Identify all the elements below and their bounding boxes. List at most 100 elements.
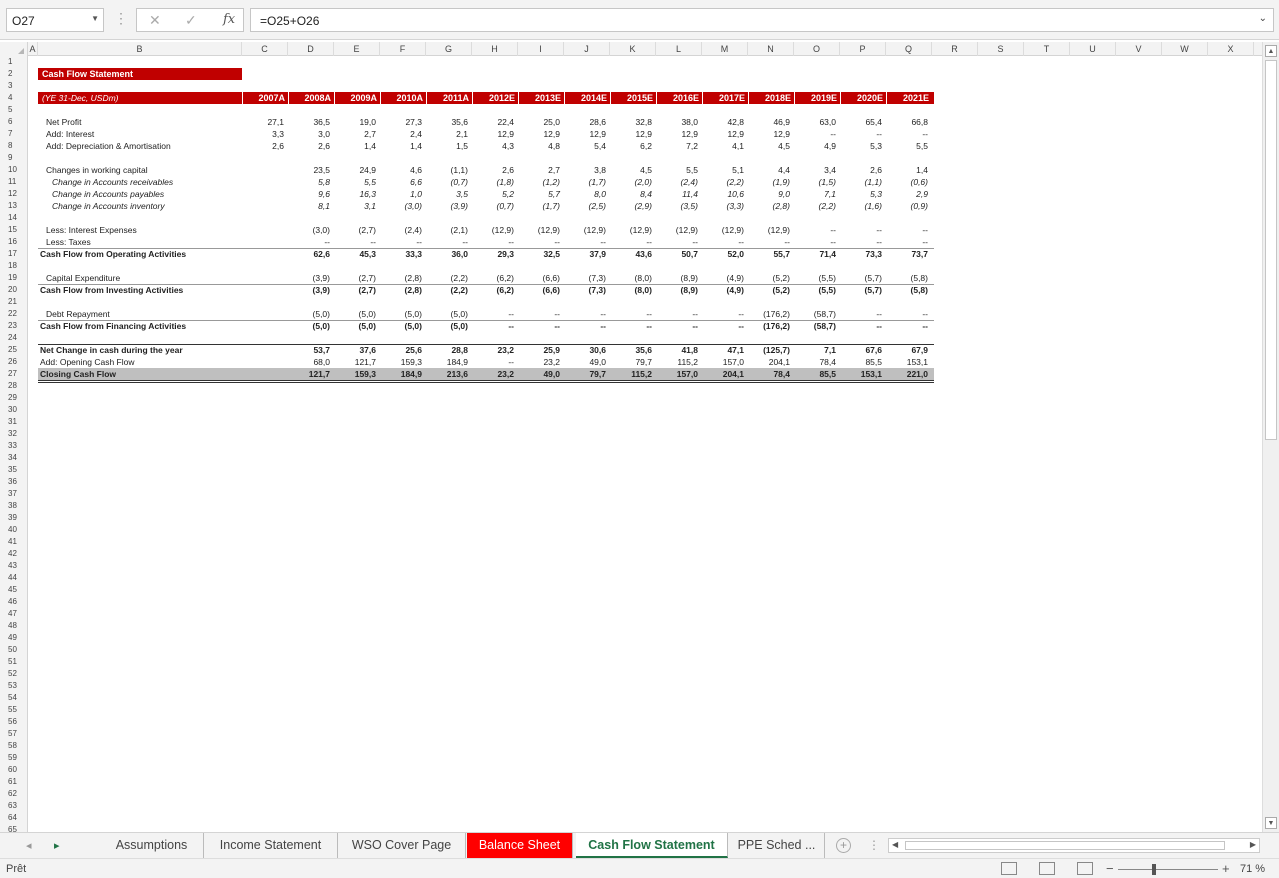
value-cell[interactable]: 28,8 xyxy=(422,344,468,356)
column-header[interactable]: E xyxy=(334,42,380,56)
value-cell[interactable]: 121,7 xyxy=(284,368,330,380)
row-header[interactable]: 53 xyxy=(0,680,28,692)
value-cell[interactable]: 159,3 xyxy=(376,356,422,368)
row-header[interactable]: 65 xyxy=(0,824,28,832)
column-header[interactable]: O xyxy=(794,42,840,56)
row-header[interactable]: 2 xyxy=(0,68,28,80)
value-cell[interactable]: 1,4 xyxy=(376,140,422,152)
row-header[interactable]: 26 xyxy=(0,356,28,368)
value-cell[interactable]: (2,7) xyxy=(330,284,376,296)
value-cell[interactable]: 22,4 xyxy=(468,116,514,128)
value-cell[interactable]: 85,5 xyxy=(790,368,836,380)
value-cell[interactable] xyxy=(238,248,284,260)
value-cell[interactable]: (2,4) xyxy=(652,176,698,188)
row-header[interactable]: 52 xyxy=(0,668,28,680)
column-header[interactable]: G xyxy=(426,42,472,56)
value-cell[interactable]: 3,3 xyxy=(238,128,284,140)
row-header[interactable]: 5 xyxy=(0,104,28,116)
column-header[interactable]: S xyxy=(978,42,1024,56)
value-cell[interactable]: 12,9 xyxy=(514,128,560,140)
value-cell[interactable]: 12,9 xyxy=(606,128,652,140)
zoom-slider-knob[interactable] xyxy=(1152,864,1156,875)
value-cell[interactable]: -- xyxy=(468,356,514,368)
value-cell[interactable]: 5,7 xyxy=(514,188,560,200)
insert-function-icon[interactable]: fx xyxy=(223,12,235,27)
value-cell[interactable]: 8,0 xyxy=(560,188,606,200)
row-header[interactable]: 21 xyxy=(0,296,28,308)
value-cell[interactable]: (2,7) xyxy=(330,224,376,236)
value-cell[interactable]: 29,3 xyxy=(468,248,514,260)
value-cell[interactable]: (5,0) xyxy=(422,320,468,332)
row-header[interactable]: 60 xyxy=(0,764,28,776)
row-header[interactable]: 54 xyxy=(0,692,28,704)
value-cell[interactable]: 121,7 xyxy=(330,356,376,368)
value-cell[interactable]: -- xyxy=(376,236,422,248)
value-cell[interactable]: (58,7) xyxy=(790,308,836,320)
value-cell[interactable]: (2,9) xyxy=(606,200,652,212)
value-cell[interactable]: (2,2) xyxy=(422,272,468,284)
value-cell[interactable] xyxy=(238,200,284,212)
name-box[interactable]: O27 ▼ xyxy=(6,8,104,32)
value-cell[interactable]: 79,7 xyxy=(560,368,606,380)
chevron-down-icon[interactable]: ▼ xyxy=(91,14,99,23)
value-cell[interactable] xyxy=(238,224,284,236)
value-cell[interactable]: 27,1 xyxy=(238,116,284,128)
value-cell[interactable] xyxy=(238,356,284,368)
row-header[interactable]: 25 xyxy=(0,344,28,356)
value-cell[interactable]: (5,8) xyxy=(882,284,928,296)
value-cell[interactable]: -- xyxy=(698,236,744,248)
value-cell[interactable]: 23,5 xyxy=(284,164,330,176)
value-cell[interactable]: 78,4 xyxy=(744,368,790,380)
value-cell[interactable]: (3,9) xyxy=(284,272,330,284)
column-header[interactable]: F xyxy=(380,42,426,56)
value-cell[interactable]: -- xyxy=(882,236,928,248)
value-cell[interactable]: 4,5 xyxy=(606,164,652,176)
prev-sheet-icon[interactable]: ◂ xyxy=(26,839,32,852)
value-cell[interactable]: (8,9) xyxy=(652,272,698,284)
value-cell[interactable]: -- xyxy=(560,236,606,248)
value-cell[interactable]: 53,7 xyxy=(284,344,330,356)
value-cell[interactable]: -- xyxy=(284,236,330,248)
value-cell[interactable]: 25,0 xyxy=(514,116,560,128)
row-header[interactable]: 49 xyxy=(0,632,28,644)
value-cell[interactable]: -- xyxy=(422,236,468,248)
value-cell[interactable]: -- xyxy=(652,236,698,248)
value-cell[interactable]: 6,2 xyxy=(606,140,652,152)
row-header[interactable]: 16 xyxy=(0,236,28,248)
scroll-down-icon[interactable]: ▼ xyxy=(1265,817,1277,829)
value-cell[interactable]: 67,9 xyxy=(882,344,928,356)
value-cell[interactable]: (3,0) xyxy=(376,200,422,212)
value-cell[interactable]: 4,1 xyxy=(698,140,744,152)
value-cell[interactable]: (5,5) xyxy=(790,284,836,296)
sheet-content[interactable]: Cash Flow Statement (YE 31-Dec, USDm) 20… xyxy=(28,56,1262,832)
value-cell[interactable]: (176,2) xyxy=(744,308,790,320)
value-cell[interactable]: 1,4 xyxy=(882,164,928,176)
value-cell[interactable]: (2,2) xyxy=(698,176,744,188)
column-header[interactable]: K xyxy=(610,42,656,56)
zoom-level[interactable]: 71 % xyxy=(1240,863,1265,875)
row-header[interactable]: 64 xyxy=(0,812,28,824)
year-header[interactable]: 2013E xyxy=(518,92,564,104)
value-cell[interactable]: 66,8 xyxy=(882,116,928,128)
value-cell[interactable]: (1,9) xyxy=(744,176,790,188)
value-cell[interactable]: -- xyxy=(790,224,836,236)
value-cell[interactable]: 10,6 xyxy=(698,188,744,200)
value-cell[interactable]: -- xyxy=(836,128,882,140)
value-cell[interactable]: 85,5 xyxy=(836,356,882,368)
formula-input[interactable]: =O25+O26 ⌄ xyxy=(250,8,1274,32)
row-header[interactable]: 43 xyxy=(0,560,28,572)
value-cell[interactable]: 25,9 xyxy=(514,344,560,356)
value-cell[interactable]: -- xyxy=(468,236,514,248)
value-cell[interactable]: 6,6 xyxy=(376,176,422,188)
value-cell[interactable]: 49,0 xyxy=(514,368,560,380)
sheet-tab[interactable]: WSO Cover Page xyxy=(338,833,466,858)
value-cell[interactable]: (1,7) xyxy=(514,200,560,212)
year-header[interactable]: 2015E xyxy=(610,92,656,104)
value-cell[interactable]: (5,0) xyxy=(422,308,468,320)
value-cell[interactable]: -- xyxy=(836,320,882,332)
value-cell[interactable]: 157,0 xyxy=(698,356,744,368)
value-cell[interactable]: 4,4 xyxy=(744,164,790,176)
value-cell[interactable]: 3,4 xyxy=(790,164,836,176)
row-header[interactable]: 47 xyxy=(0,608,28,620)
value-cell[interactable]: 73,7 xyxy=(882,248,928,260)
